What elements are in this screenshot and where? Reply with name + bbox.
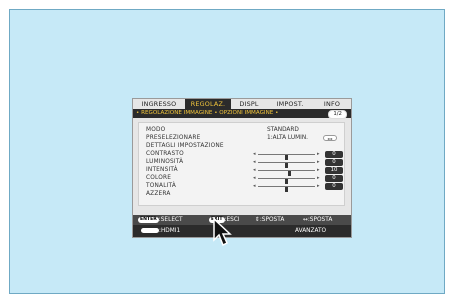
setting-row-contrasto[interactable]: CONTRASTO ◂ ▸ 0 [139, 151, 347, 160]
menu-level: AVANZATO [295, 228, 327, 234]
tab-impost[interactable]: IMPOST. [267, 99, 313, 109]
plus-icon: ▸ [317, 175, 320, 181]
luminosita-label: LUMINOSITÀ [146, 159, 184, 165]
plus-icon: ▸ [317, 151, 320, 157]
menu-tabs: INGRESSO REGOLAZ. DISPL IMPOST. INFO [133, 99, 351, 109]
status-bar: :HDMI1 AVANZATO [133, 225, 351, 237]
minus-icon: ◂ [253, 151, 256, 157]
setting-row-luminosita[interactable]: LUMINOSITÀ ◂ ▸ 0 [139, 159, 347, 168]
intensita-label: INTENSITÀ [146, 167, 178, 173]
enter-key-icon: ENTER [138, 216, 159, 223]
setting-row-intensita[interactable]: INTENSITÀ ◂ ▸ 10 [139, 167, 347, 176]
help-bar: ENTER:SELECT EXIT:ESCI ⇕:SPOSTA ↔:SPOSTA [133, 215, 351, 225]
mouse-pointer-icon [213, 218, 232, 247]
luminosita-slider[interactable]: ◂ ▸ 0 [253, 159, 347, 168]
slider-track [258, 162, 315, 168]
settings-panel: MODO STANDARD PRESELEZIONARE 1:ALTA LUMI… [138, 122, 345, 206]
projector-screen: INGRESSO REGOLAZ. DISPL IMPOST. INFO • R… [9, 9, 445, 294]
modo-label: MODO [146, 127, 166, 133]
minus-icon: ◂ [253, 159, 256, 165]
tab-displ[interactable]: DISPL [231, 99, 267, 109]
dettagli-label: DETTAGLI IMPOSTAZIONE [146, 143, 224, 149]
setting-row-modo[interactable]: MODO STANDARD [139, 127, 344, 134]
breadcrumb-bullet-3: • [275, 110, 279, 116]
colore-value: 0 [325, 175, 343, 182]
breadcrumb-item-picture-options[interactable]: OPZIONI IMMAGINE [219, 110, 273, 116]
minus-icon: ◂ [253, 167, 256, 173]
help-updown: ⇕:SPOSTA [255, 217, 285, 223]
input-source-icon [141, 228, 159, 233]
plus-icon: ▸ [317, 159, 320, 165]
help-leftright: ↔:SPOSTA [303, 217, 333, 223]
minus-icon: ◂ [253, 183, 256, 189]
setting-row-preselezionare[interactable]: PRESELEZIONARE 1:ALTA LUMIN. ◂ ▸ [139, 135, 344, 142]
help-enter: ENTER:SELECT [138, 215, 183, 225]
left-right-arrows-icon[interactable]: ◂ ▸ [323, 135, 337, 141]
plus-icon: ▸ [317, 167, 320, 173]
azzera-label: AZZERA [146, 191, 171, 197]
preselezionare-label: PRESELEZIONARE [146, 135, 201, 141]
source-text: :HDMI1 [159, 228, 181, 234]
intensita-slider[interactable]: ◂ ▸ 10 [253, 167, 347, 176]
setting-row-tonalita[interactable]: TONALITÀ ◂ ▸ 0 [139, 183, 347, 192]
tonalita-label: TONALITÀ [146, 183, 177, 189]
status-source: :HDMI1 [141, 225, 180, 237]
tab-regolaz[interactable]: REGOLAZ. [185, 99, 231, 109]
modo-value: STANDARD [267, 127, 299, 133]
setting-row-dettagli[interactable]: DETTAGLI IMPOSTAZIONE [139, 143, 344, 150]
plus-icon: ▸ [317, 183, 320, 189]
tonalita-slider[interactable]: ◂ ▸ 0 [253, 183, 347, 192]
page-indicator: 1/2 [328, 110, 347, 119]
colore-slider[interactable]: ◂ ▸ 0 [253, 175, 347, 184]
tonalita-value: 0 [325, 183, 343, 190]
intensita-value: 10 [325, 167, 343, 174]
breadcrumb-item-picture-adjust[interactable]: REGOLAZIONE IMMAGINE [141, 110, 212, 116]
slider-track [258, 170, 315, 176]
colore-label: COLORE [146, 175, 172, 181]
help-select-text: :SELECT [158, 217, 183, 223]
tab-ingresso[interactable]: INGRESSO [133, 99, 185, 109]
setting-row-azzera[interactable]: AZZERA [139, 191, 344, 198]
slider-track [258, 186, 315, 192]
slider-track [258, 154, 315, 160]
tab-info[interactable]: INFO [313, 99, 351, 109]
osd-menu: INGRESSO REGOLAZ. DISPL IMPOST. INFO • R… [132, 98, 352, 238]
luminosita-value: 0 [325, 159, 343, 166]
preselezionare-value: 1:ALTA LUMIN. [267, 135, 309, 141]
contrasto-label: CONTRASTO [146, 151, 184, 157]
breadcrumb: • REGOLAZIONE IMMAGINE • OPZIONI IMMAGIN… [133, 109, 351, 119]
minus-icon: ◂ [253, 175, 256, 181]
contrasto-value: 0 [325, 151, 343, 158]
setting-row-colore[interactable]: COLORE ◂ ▸ 0 [139, 175, 347, 184]
contrasto-slider[interactable]: ◂ ▸ 0 [253, 151, 347, 160]
slider-track [258, 178, 315, 184]
